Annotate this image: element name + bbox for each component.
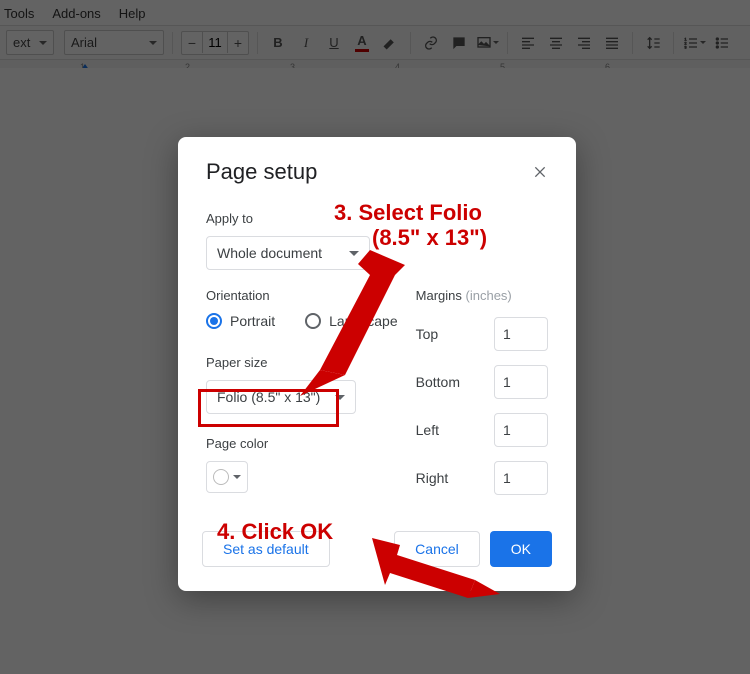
margin-top-input[interactable] — [494, 317, 548, 351]
numbered-list-icon: 123 — [683, 35, 699, 51]
separator — [673, 32, 674, 54]
paragraph-style-select[interactable]: ext — [6, 30, 54, 55]
bullet-list-button[interactable] — [710, 31, 734, 55]
paper-size-select[interactable]: Folio (8.5" x 13") — [206, 380, 356, 414]
cancel-button[interactable]: Cancel — [394, 531, 480, 567]
menu-tools[interactable]: Tools — [4, 6, 34, 21]
align-left-button[interactable] — [516, 31, 540, 55]
color-swatch-white — [213, 469, 229, 485]
chevron-down-icon — [149, 41, 157, 45]
align-right-button[interactable] — [572, 31, 596, 55]
menu-help[interactable]: Help — [119, 6, 146, 21]
menu-bar: Tools Add-ons Help — [0, 0, 750, 26]
bold-button[interactable]: B — [266, 31, 290, 55]
separator — [172, 32, 173, 54]
font-size-stepper[interactable]: − 11 + — [181, 31, 249, 55]
chevron-down-icon — [700, 41, 706, 44]
dialog-title: Page setup — [206, 159, 317, 185]
link-icon — [423, 35, 439, 51]
underline-button[interactable]: U — [322, 31, 346, 55]
orientation-portrait-label: Portrait — [230, 313, 275, 329]
apply-to-label: Apply to — [206, 211, 548, 226]
margin-left-input[interactable] — [494, 413, 548, 447]
font-size-increment[interactable]: + — [228, 32, 248, 54]
align-justify-button[interactable] — [600, 31, 624, 55]
margin-bottom-input[interactable] — [494, 365, 548, 399]
separator — [507, 32, 508, 54]
align-center-icon — [548, 35, 564, 51]
separator — [257, 32, 258, 54]
text-color-button[interactable]: A — [350, 31, 374, 55]
chevron-down-icon — [493, 41, 499, 44]
margin-right-label: Right — [416, 470, 449, 486]
align-justify-icon — [604, 35, 620, 51]
apply-to-select[interactable]: Whole document — [206, 236, 370, 270]
chevron-down-icon — [349, 251, 359, 256]
image-icon — [476, 35, 492, 51]
italic-button[interactable]: I — [294, 31, 318, 55]
svg-text:3: 3 — [684, 44, 687, 49]
margin-bottom-label: Bottom — [416, 374, 460, 390]
margin-left-label: Left — [416, 422, 439, 438]
page-setup-dialog: Page setup Apply to Whole document Orien… — [178, 137, 576, 591]
menu-addons[interactable]: Add-ons — [52, 6, 100, 21]
margin-top-label: Top — [416, 326, 439, 342]
insert-link-button[interactable] — [419, 31, 443, 55]
separator — [410, 32, 411, 54]
margins-unit: (inches) — [466, 288, 512, 303]
font-size-value[interactable]: 11 — [202, 32, 228, 53]
font-size-decrement[interactable]: − — [182, 32, 202, 54]
line-spacing-icon — [645, 35, 661, 51]
align-center-button[interactable] — [544, 31, 568, 55]
paper-size-value: Folio (8.5" x 13") — [217, 389, 320, 405]
text-color-letter: A — [355, 33, 368, 52]
page-color-select[interactable] — [206, 461, 248, 493]
orientation-landscape-label: Landscape — [329, 313, 398, 329]
close-button[interactable] — [528, 160, 552, 184]
set-as-default-button[interactable]: Set as default — [202, 531, 330, 567]
orientation-portrait-radio[interactable]: Portrait — [206, 313, 275, 329]
radio-checked-icon — [206, 313, 222, 329]
chevron-down-icon — [39, 41, 47, 45]
chevron-down-icon — [335, 395, 345, 400]
insert-image-button[interactable] — [475, 31, 499, 55]
apply-to-value: Whole document — [217, 245, 322, 261]
toolbar: ext Arial − 11 + B I U A — [0, 26, 750, 60]
close-icon — [532, 164, 548, 180]
paragraph-style-value: ext — [13, 35, 30, 50]
separator — [632, 32, 633, 54]
highlight-button[interactable] — [378, 31, 402, 55]
page-color-label: Page color — [206, 436, 398, 451]
bullet-list-icon — [714, 35, 730, 51]
orientation-label: Orientation — [206, 288, 398, 303]
orientation-landscape-radio[interactable]: Landscape — [305, 313, 398, 329]
margins-label: Margins — [416, 288, 462, 303]
insert-comment-button[interactable] — [447, 31, 471, 55]
font-family-value: Arial — [71, 35, 97, 50]
paper-size-label: Paper size — [206, 355, 398, 370]
ok-button[interactable]: OK — [490, 531, 552, 567]
comment-icon — [451, 35, 467, 51]
line-spacing-button[interactable] — [641, 31, 665, 55]
align-left-icon — [520, 35, 536, 51]
margin-right-input[interactable] — [494, 461, 548, 495]
font-family-select[interactable]: Arial — [64, 30, 164, 55]
radio-unchecked-icon — [305, 313, 321, 329]
chevron-down-icon — [233, 475, 241, 479]
numbered-list-button[interactable]: 123 — [682, 31, 706, 55]
align-right-icon — [576, 35, 592, 51]
highlighter-icon — [382, 35, 398, 51]
